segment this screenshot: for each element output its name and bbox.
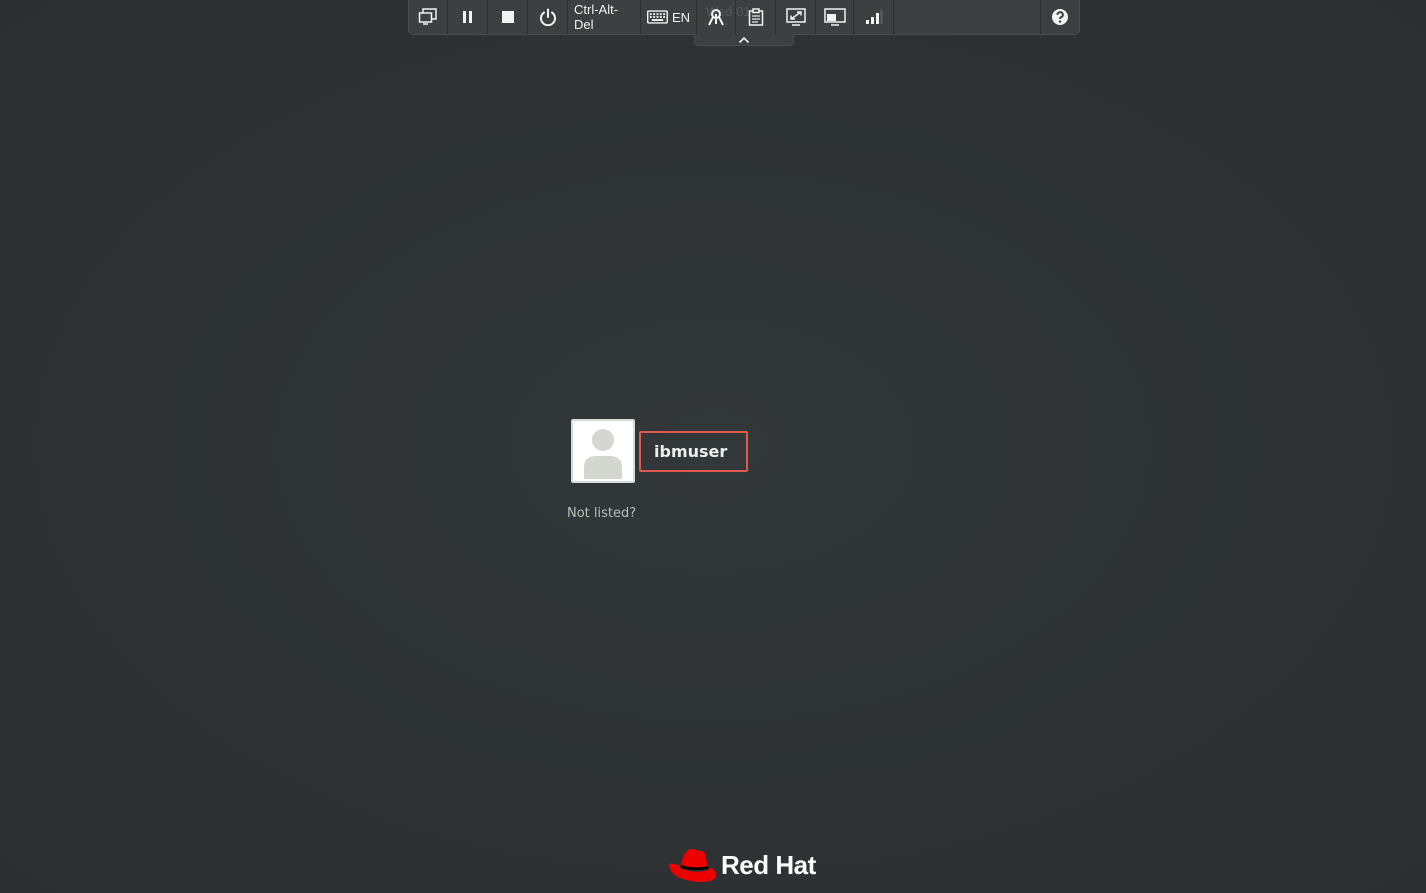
credentials-button[interactable] — [697, 0, 736, 34]
login-screen: Ctrl-Alt-Del EN ibmuser Not listed? Red … — [0, 0, 1426, 893]
monitors-button[interactable] — [409, 0, 448, 34]
monitors-icon — [418, 8, 437, 25]
ctrl-alt-del-label: Ctrl-Alt-Del — [574, 2, 619, 32]
keyboard-icon — [647, 10, 668, 24]
keyboard-layout-label: EN — [671, 9, 690, 25]
clipboard-icon — [748, 8, 763, 26]
connection-quality-button[interactable] — [854, 0, 894, 34]
not-listed-link[interactable]: Not listed? — [567, 506, 636, 521]
remote-console-toolbar: Ctrl-Alt-Del EN — [408, 0, 1080, 35]
red-hat-icon — [669, 849, 717, 882]
clipboard-button[interactable] — [736, 0, 776, 34]
display-icon — [823, 8, 846, 26]
user-icon — [573, 421, 633, 481]
pause-icon — [462, 11, 472, 23]
toolbar-collapse-handle[interactable] — [694, 34, 794, 46]
toolbar-spacer — [894, 0, 1041, 34]
power-button[interactable] — [528, 0, 568, 34]
chevron-up-icon — [738, 36, 750, 43]
power-icon — [539, 8, 556, 26]
help-button[interactable] — [1041, 0, 1079, 34]
ctrl-alt-del-button[interactable]: Ctrl-Alt-Del — [568, 0, 641, 34]
avatar — [571, 419, 635, 483]
key-icon — [708, 9, 724, 26]
brand-name: Red Hat — [721, 849, 816, 880]
username-label[interactable]: ibmuser — [639, 430, 748, 472]
stop-button[interactable] — [488, 0, 528, 34]
scale-button[interactable] — [776, 0, 816, 34]
resize-icon — [785, 8, 806, 26]
signal-icon — [865, 9, 882, 24]
stop-icon — [501, 11, 514, 23]
pause-button[interactable] — [448, 0, 488, 34]
red-hat-logo: Red Hat — [668, 846, 816, 884]
keyboard-layout-button[interactable]: EN — [641, 0, 697, 34]
help-icon — [1052, 9, 1068, 25]
display-button[interactable] — [816, 0, 854, 34]
user-list-item[interactable]: ibmuser — [571, 419, 748, 483]
